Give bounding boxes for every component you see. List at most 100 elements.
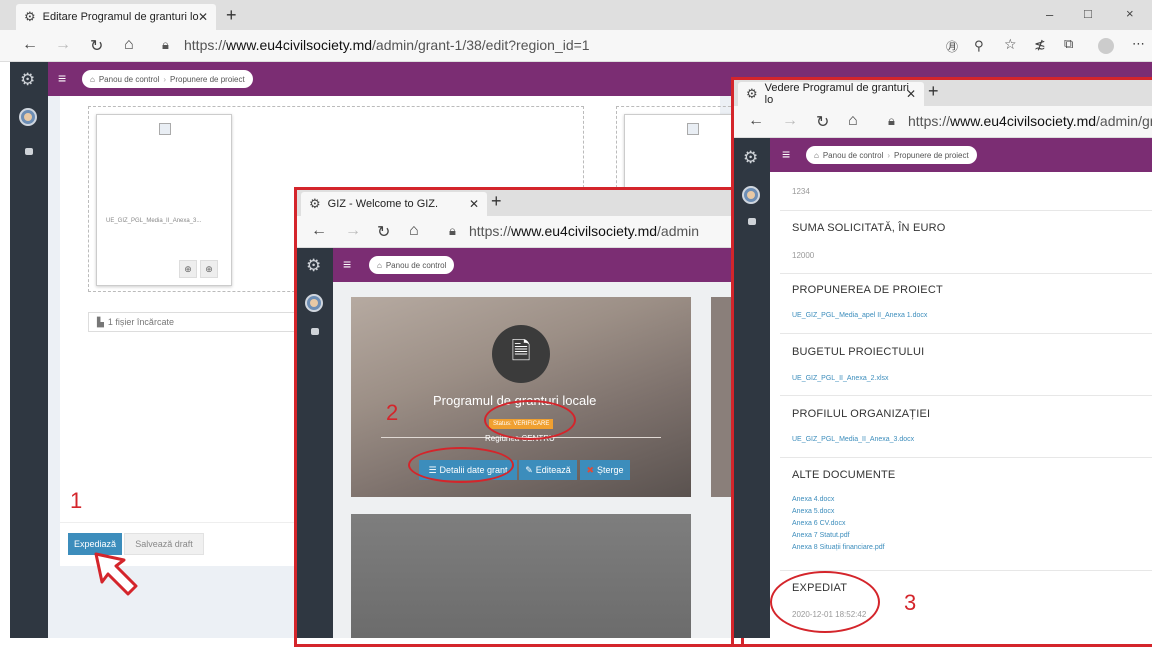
breadcrumb-item[interactable]: Panou de control xyxy=(99,75,160,84)
close-tab-icon[interactable]: ✕ xyxy=(198,10,208,24)
pencil-icon: ✎ xyxy=(525,464,533,475)
logo-gear-icon[interactable]: ⚙ xyxy=(743,148,758,168)
project-budget-file-link[interactable]: UE_GIZ_PGL_II_Anexa_2.xlsx xyxy=(792,375,889,382)
broken-image-icon xyxy=(687,123,699,135)
url-input[interactable]: https://www.eu4civilsociety.md/admin/gra… xyxy=(908,113,1152,129)
more-menu-icon[interactable]: ⋯ xyxy=(1132,36,1145,52)
tab-edit-grant[interactable]: ⚙ Editare Programul de granturi lo ✕ xyxy=(16,4,216,30)
grant-card-second xyxy=(351,514,691,638)
tab-view-grant[interactable]: ⚙ Vedere Programul de granturi lo ✕ xyxy=(738,82,924,106)
annotation-arrow-icon xyxy=(94,552,138,596)
divider xyxy=(780,273,1152,274)
gear-icon: ⚙ xyxy=(24,9,36,24)
breadcrumb-item[interactable]: Propunere de proiect xyxy=(170,75,245,84)
forward-icon[interactable]: → xyxy=(55,36,71,54)
files-count: 1 fișier încărcate xyxy=(107,317,174,327)
profile-icon[interactable] xyxy=(1098,38,1114,54)
lock-icon: 🔒︎ xyxy=(449,223,456,238)
logo-gear-icon[interactable]: ⚙ xyxy=(306,256,321,276)
avatar[interactable] xyxy=(19,108,37,126)
divider xyxy=(780,395,1152,396)
divider xyxy=(780,333,1152,334)
minimize-icon[interactable]: – xyxy=(1046,7,1053,22)
project-proposal-label: PROPUNEREA DE PROIECT xyxy=(792,284,943,296)
briefcase-icon[interactable] xyxy=(25,148,33,155)
admin-header: ≡ ⌂ Panou de control xyxy=(333,248,737,282)
breadcrumb: ⌂ Panou de control xyxy=(369,256,455,274)
tab-strip: ⚙ Vedere Programul de granturi lo ✕ + xyxy=(734,80,1152,106)
forward-icon[interactable]: → xyxy=(782,112,798,130)
new-tab-icon[interactable]: + xyxy=(226,5,237,26)
other-document-link[interactable]: Anexa 5.docx xyxy=(792,508,834,515)
breadcrumb-item[interactable]: Panou de control xyxy=(823,151,884,160)
breadcrumb-item[interactable]: Panou de control xyxy=(386,261,447,270)
briefcase-icon[interactable] xyxy=(311,328,319,335)
url-path: /admin/grant-1 xyxy=(1096,113,1152,129)
gear-icon: ⚙ xyxy=(309,196,321,211)
organization-profile-file-link[interactable]: UE_GIZ_PGL_Media_II_Anexa_3.docx xyxy=(792,436,914,443)
content-area: 🗎 Programul de granturi locale Status: V… xyxy=(333,282,737,638)
annotation-step-2: 2 xyxy=(386,400,399,425)
zoom-in-icon[interactable]: ⊕ xyxy=(200,260,218,278)
tab-title: Editare Programul de granturi lo xyxy=(42,11,199,23)
address-bar: ← → ↻ ⌂ 🔒︎ https://www.eu4civilsociety.m… xyxy=(0,30,1152,62)
admin-sidebar: ⚙ xyxy=(10,62,48,638)
broken-image-icon xyxy=(159,123,171,135)
home-icon[interactable]: ⌂ xyxy=(124,36,134,54)
breadcrumb-item[interactable]: Propunere de proiect xyxy=(894,151,969,160)
grant-program-card: 🗎 Programul de granturi locale Status: V… xyxy=(351,297,691,497)
refresh-icon[interactable]: ↻ xyxy=(90,36,103,56)
other-document-link[interactable]: Anexa 6 CV.docx xyxy=(792,520,845,527)
forward-icon[interactable]: → xyxy=(345,222,361,240)
home-crumb-icon: ⌂ xyxy=(814,150,819,160)
back-icon[interactable]: ← xyxy=(311,222,327,240)
refresh-icon[interactable]: ↻ xyxy=(377,222,390,242)
home-icon[interactable]: ⌂ xyxy=(848,112,858,130)
back-icon[interactable]: ← xyxy=(22,36,38,54)
annotation-step-3: 3 xyxy=(904,590,917,615)
other-document-link[interactable]: Anexa 7 Statut.pdf xyxy=(792,532,850,539)
logo-gear-icon[interactable]: ⚙ xyxy=(20,70,35,90)
file-name: UE_GIZ_PGL_Media_II_Anexa_3... xyxy=(106,218,202,224)
project-budget-label: BUGETUL PROIECTULUI xyxy=(792,346,925,358)
upload-icon[interactable]: ⊕ xyxy=(179,260,197,278)
tab-giz-welcome[interactable]: ⚙ GIZ - Welcome to GIZ. ✕ xyxy=(301,192,487,216)
other-document-link[interactable]: Anexa 4.docx xyxy=(792,496,834,503)
other-document-link[interactable]: Anexa 8 Situații financiare.pdf xyxy=(792,544,885,551)
delete-button[interactable]: ✖ Șterge xyxy=(580,460,630,480)
admin-sidebar: ⚙ xyxy=(734,138,770,638)
home-icon[interactable]: ⌂ xyxy=(409,222,419,240)
close-tab-icon[interactable]: ✕ xyxy=(469,197,479,211)
favorite-star-icon[interactable]: ☆ xyxy=(1004,36,1017,53)
address-bar: ← → ↻ ⌂ 🔒︎ https://www.eu4civilsociety.m… xyxy=(734,106,1152,138)
refresh-icon[interactable]: ↻ xyxy=(816,112,829,132)
delete-label: Șterge xyxy=(597,465,624,475)
home-crumb-icon: ⌂ xyxy=(90,74,95,84)
edit-button[interactable]: ✎ Editează xyxy=(519,460,577,480)
url-prefix: https:// xyxy=(469,223,512,239)
url-input[interactable]: https://www.eu4civilsociety.md/admin xyxy=(469,223,699,239)
files-caption: ▙ 1 fișier încărcate xyxy=(88,312,328,332)
new-tab-icon[interactable]: + xyxy=(928,81,939,102)
lock-icon: 🔒︎ xyxy=(162,37,169,52)
favorites-list-icon[interactable]: ≴ xyxy=(1034,36,1046,53)
project-proposal-file-link[interactable]: UE_GIZ_PGL_Media_apel II_Anexa 1.docx xyxy=(792,312,927,319)
url-domain: www.eu4civilsociety.md xyxy=(950,113,1097,129)
requested-amount-value: 12000 xyxy=(792,251,815,260)
avatar[interactable] xyxy=(742,186,760,204)
briefcase-icon[interactable] xyxy=(748,218,756,225)
close-tab-icon[interactable]: ✕ xyxy=(906,87,916,101)
url-input[interactable]: https://www.eu4civilsociety.md/admin/gra… xyxy=(184,37,590,53)
browser-window-dashboard: ⚙ GIZ - Welcome to GIZ. ✕ + ← → ↻ ⌂ 🔒︎ h… xyxy=(297,190,737,638)
avatar[interactable] xyxy=(305,294,323,312)
maximize-icon[interactable]: □ xyxy=(1084,6,1092,21)
menu-toggle-icon[interactable]: ≡ xyxy=(58,70,66,86)
menu-toggle-icon[interactable]: ≡ xyxy=(343,256,351,272)
zoom-icon[interactable]: ⚲ xyxy=(974,38,984,54)
translate-icon[interactable]: ㊊ xyxy=(946,38,958,55)
back-icon[interactable]: ← xyxy=(748,112,764,130)
menu-toggle-icon[interactable]: ≡ xyxy=(782,146,790,162)
new-tab-icon[interactable]: + xyxy=(491,191,502,212)
close-window-icon[interactable]: × xyxy=(1126,6,1134,21)
collections-icon[interactable]: ⧉ xyxy=(1064,36,1073,52)
